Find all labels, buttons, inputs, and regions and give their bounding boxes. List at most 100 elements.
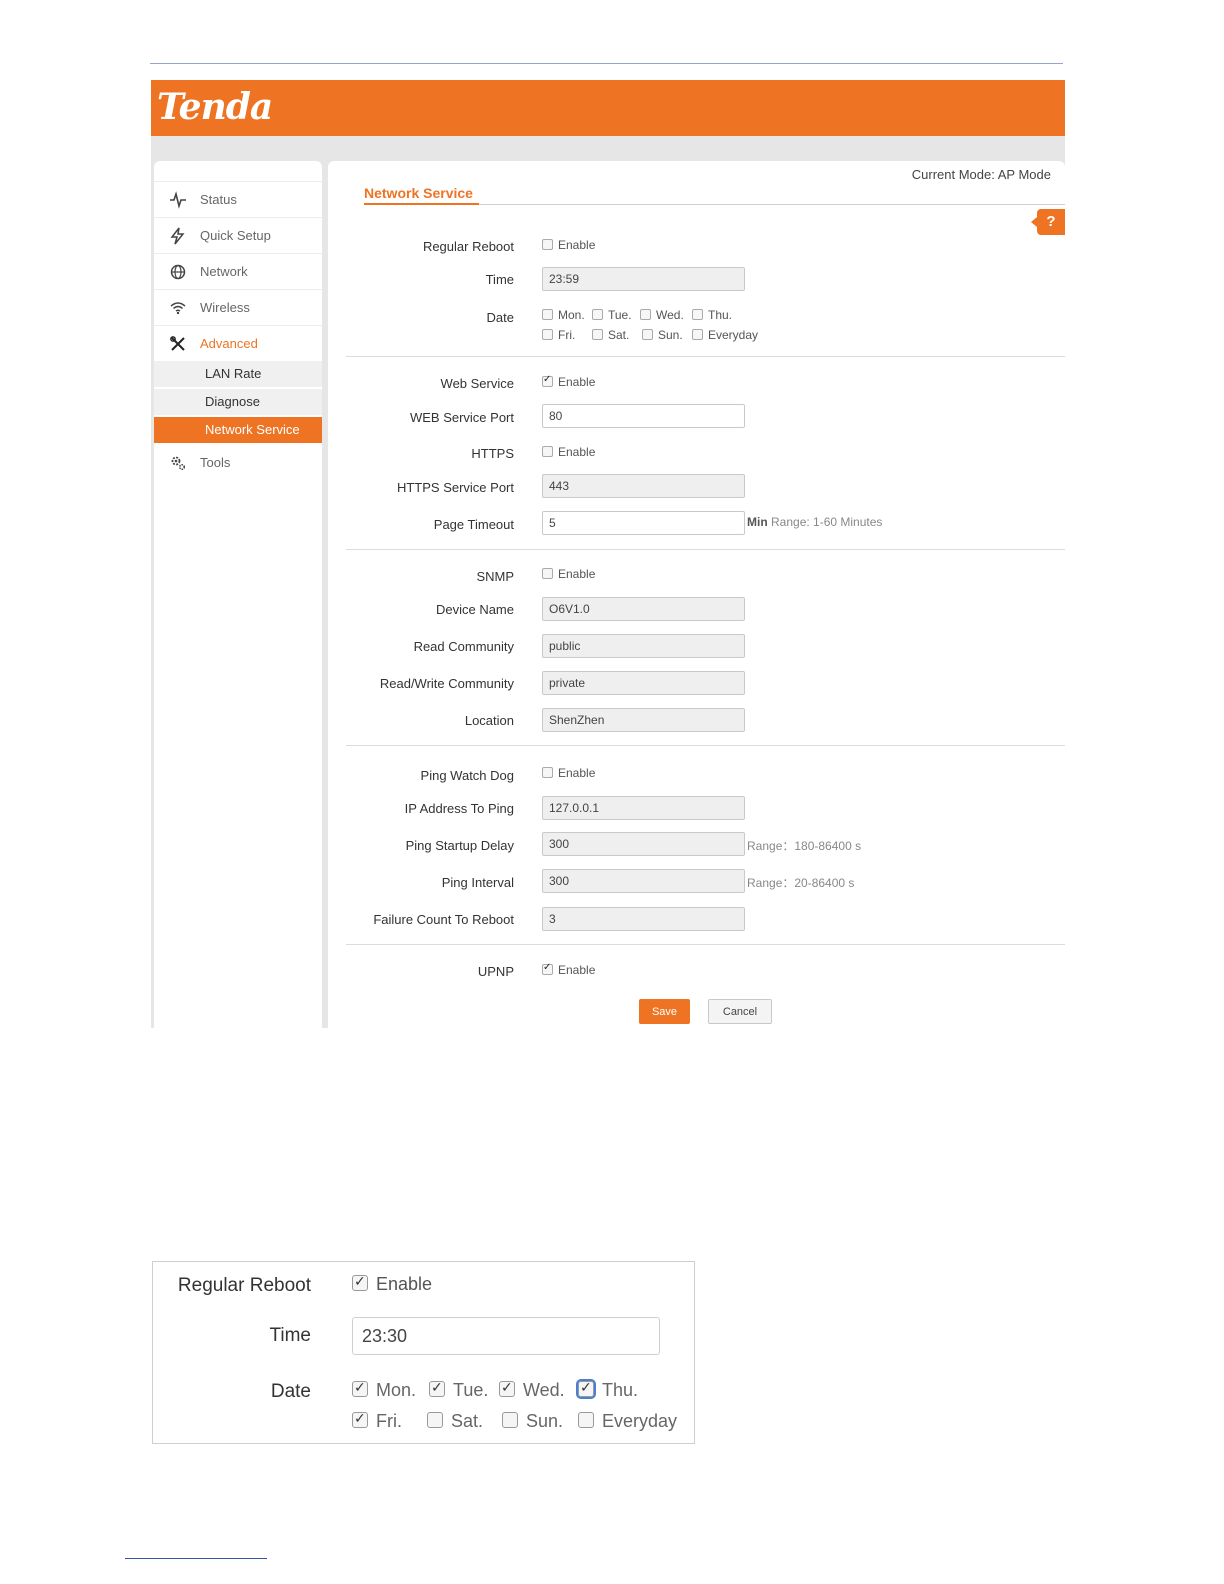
regular-reboot-checkbox[interactable] — [542, 239, 553, 250]
date-sat[interactable]: Sat. — [592, 328, 629, 342]
ping-watchdog-checkbox[interactable] — [542, 767, 553, 778]
checkbox[interactable] — [352, 1379, 368, 1397]
bolt-icon — [170, 227, 185, 245]
sidebar-item-status[interactable]: Status — [154, 181, 322, 217]
zoom-date-mon[interactable]: Mon. — [352, 1379, 416, 1401]
ip-to-ping-label: IP Address To Ping — [404, 801, 514, 816]
device-name-label: Device Name — [435, 602, 514, 617]
sidebar-item-quick-setup[interactable]: Quick Setup — [154, 217, 322, 253]
sidebar-subitem-network-service[interactable]: Network Service — [154, 417, 322, 443]
failure-count-input[interactable] — [542, 907, 745, 931]
zoom-regular-reboot-enable[interactable]: Enable — [352, 1273, 432, 1295]
ping-startup-delay-range: Range：180-86400 s — [747, 839, 862, 853]
zoom-time-input[interactable] — [352, 1317, 660, 1355]
zoom-date-sat[interactable]: Sat. — [427, 1411, 483, 1432]
zoom-date-thu[interactable]: Thu. — [576, 1379, 638, 1401]
checkbox[interactable] — [352, 1410, 368, 1428]
page-timeout-range: Range: 1-60 Minutes — [771, 515, 883, 529]
https-checkbox[interactable] — [542, 446, 553, 457]
cancel-button[interactable]: Cancel — [708, 999, 772, 1024]
checkbox[interactable] — [642, 329, 653, 340]
tenda-logo: Tenda — [157, 86, 273, 128]
zoom-date-tue[interactable]: Tue. — [429, 1379, 488, 1401]
date-tue[interactable]: Tue. — [592, 308, 632, 322]
checkbox[interactable] — [578, 1412, 594, 1428]
sidebar: Status Quick Setup Network Wireless Adva… — [154, 161, 322, 1028]
zoom-date-fri[interactable]: Fri. — [352, 1410, 402, 1432]
sidebar-subitem-label: LAN Rate — [205, 366, 262, 381]
location-label: Location — [464, 713, 514, 728]
checkbox[interactable] — [352, 1273, 368, 1291]
regular-reboot-enable[interactable]: Enable — [542, 238, 595, 252]
checkbox[interactable] — [592, 309, 603, 320]
https-enable[interactable]: Enable — [542, 445, 595, 459]
zoom-date-everyday[interactable]: Everyday — [578, 1411, 677, 1432]
help-button[interactable]: ? — [1031, 209, 1065, 235]
device-name-input[interactable] — [542, 597, 745, 621]
checkbox[interactable] — [502, 1412, 518, 1428]
sidebar-item-wireless[interactable]: Wireless — [154, 289, 322, 325]
read-community-input[interactable] — [542, 634, 745, 658]
date-mon[interactable]: Mon. — [542, 308, 585, 322]
snmp-enable[interactable]: Enable — [542, 567, 595, 581]
upnp-checkbox[interactable] — [542, 962, 553, 975]
web-service-checkbox[interactable] — [542, 374, 553, 387]
checkbox[interactable] — [692, 329, 703, 340]
zoom-date-wed[interactable]: Wed. — [499, 1379, 565, 1401]
day-text: Thu. — [708, 308, 733, 322]
zoom-date-sun[interactable]: Sun. — [502, 1411, 563, 1432]
sidebar-item-advanced[interactable]: Advanced — [154, 325, 322, 361]
gear-icon — [171, 456, 186, 471]
enable-text: Enable — [558, 963, 596, 977]
rw-community-label: Read/Write Community — [379, 676, 514, 691]
checkbox[interactable] — [576, 1379, 596, 1399]
https-port-input[interactable] — [542, 474, 745, 498]
failure-count-label: Failure Count To Reboot — [373, 912, 514, 927]
checkbox[interactable] — [542, 329, 553, 340]
day-text: Sat. — [451, 1411, 484, 1431]
https-port-label: HTTPS Service Port — [396, 480, 514, 495]
content-panel: Current Mode: AP Mode Network Service ? … — [328, 161, 1065, 1028]
checkbox[interactable] — [542, 309, 553, 320]
date-everyday[interactable]: Everyday — [692, 328, 758, 342]
sidebar-item-network[interactable]: Network — [154, 253, 322, 289]
ping-startup-delay-input[interactable] — [542, 832, 745, 856]
date-sun[interactable]: Sun. — [642, 328, 683, 342]
date-fri[interactable]: Fri. — [542, 328, 575, 342]
page-timeout-input[interactable] — [542, 511, 745, 535]
ip-to-ping-input[interactable] — [542, 796, 745, 820]
web-port-input[interactable] — [542, 404, 745, 428]
save-button[interactable]: Save — [639, 999, 690, 1024]
rw-community-input[interactable] — [542, 671, 745, 695]
checkbox[interactable] — [592, 329, 603, 340]
web-service-enable[interactable]: Enable — [542, 374, 595, 389]
sidebar-item-tools[interactable]: Tools — [154, 445, 322, 480]
time-input[interactable] — [542, 267, 745, 291]
checkbox[interactable] — [640, 309, 651, 320]
time-label: Time — [485, 272, 514, 287]
checkbox[interactable] — [429, 1379, 445, 1397]
date-wed[interactable]: Wed. — [640, 308, 684, 322]
sidebar-item-label: Advanced — [200, 336, 258, 351]
day-text: Sun. — [658, 328, 683, 342]
sidebar-subitem-lan-rate[interactable]: LAN Rate — [154, 361, 322, 387]
date-thu[interactable]: Thu. — [692, 308, 732, 322]
snmp-checkbox[interactable] — [542, 568, 553, 579]
day-text: Wed. — [523, 1380, 565, 1400]
regular-reboot-zoom-panel: Regular Reboot Enable Time Date Mon. Tue… — [152, 1261, 695, 1444]
upnp-enable[interactable]: Enable — [542, 962, 596, 977]
top-rule — [150, 63, 1063, 64]
zoom-date-label: Date — [270, 1381, 311, 1402]
sidebar-subitem-label: Network Service — [205, 422, 300, 437]
checkbox[interactable] — [427, 1412, 443, 1428]
ping-interval-input[interactable] — [542, 869, 745, 893]
checkbox[interactable] — [499, 1379, 515, 1397]
checkbox[interactable] — [692, 309, 703, 320]
ping-watchdog-enable[interactable]: Enable — [542, 766, 595, 780]
ping-interval-range: Range：20-86400 s — [747, 876, 855, 890]
sidebar-item-label: Wireless — [200, 300, 250, 315]
location-input[interactable] — [542, 708, 745, 732]
sidebar-subitem-diagnose[interactable]: Diagnose — [154, 389, 322, 415]
web-service-label: Web Service — [440, 376, 514, 391]
sidebar-item-label: Quick Setup — [200, 228, 271, 243]
